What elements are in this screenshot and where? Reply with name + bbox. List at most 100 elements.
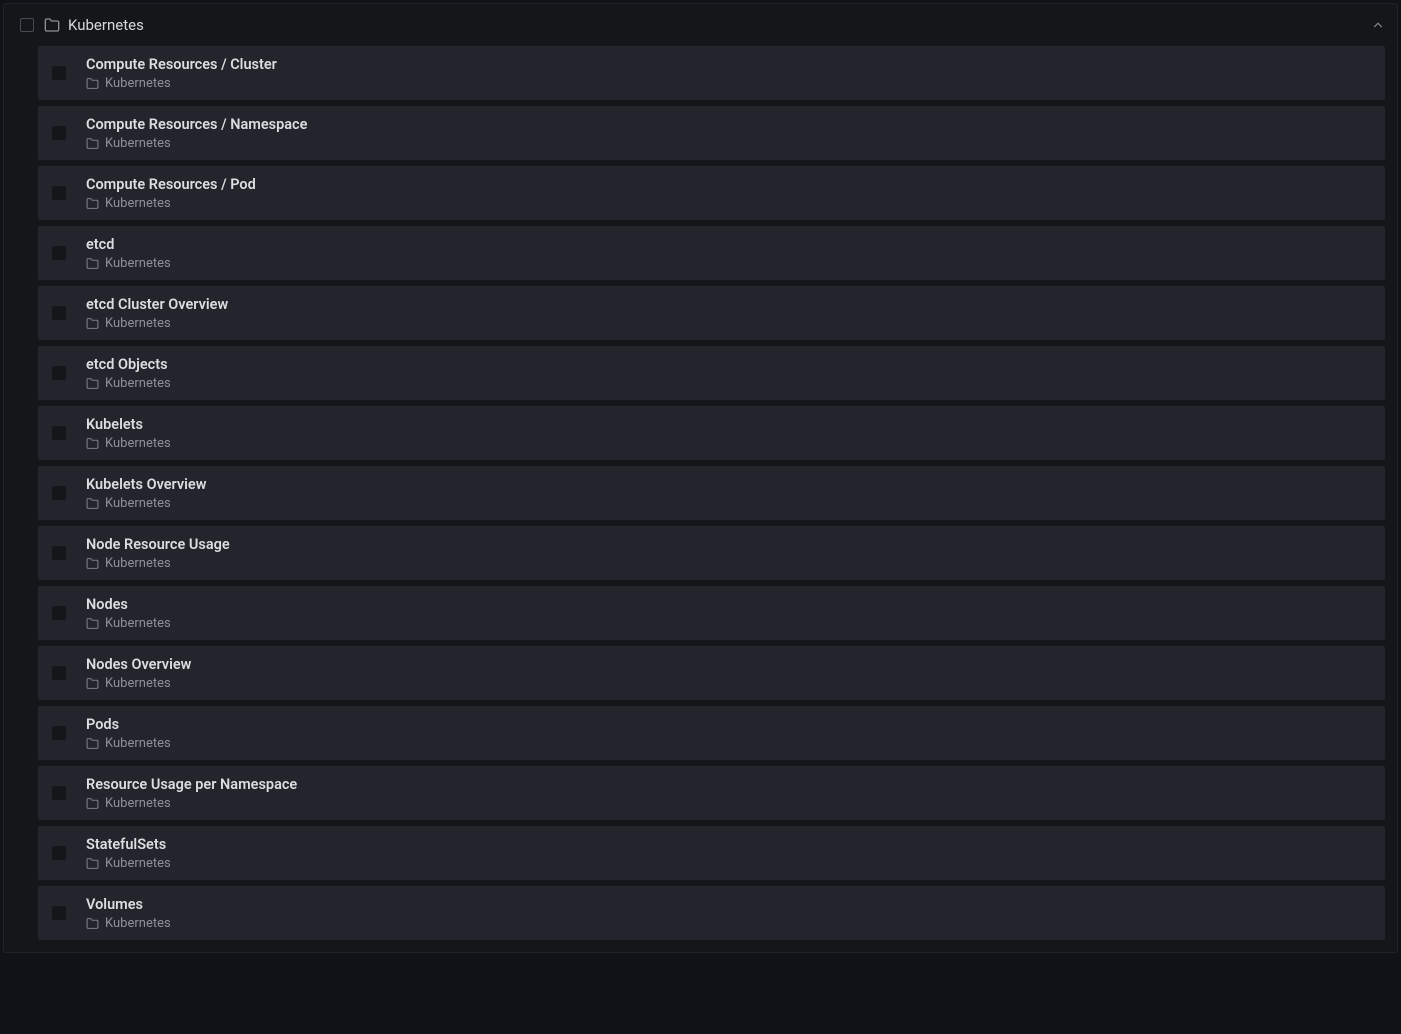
item-title: etcd Objects: [86, 356, 171, 373]
item-folder-label: Kubernetes: [105, 77, 171, 90]
folder-icon: [86, 377, 99, 390]
item-select-checkbox[interactable]: [52, 126, 66, 140]
item-select-checkbox[interactable]: [52, 606, 66, 620]
folder-icon: [44, 17, 60, 33]
item-body: Nodes Overview Kubernetes: [86, 656, 191, 690]
item-folder-link[interactable]: Kubernetes: [86, 557, 230, 570]
item-title: Compute Resources / Namespace: [86, 116, 307, 133]
dashboard-item[interactable]: Volumes Kubernetes: [38, 886, 1385, 940]
item-body: etcd Cluster Overview Kubernetes: [86, 296, 228, 330]
dashboard-item[interactable]: Compute Resources / Pod Kubernetes: [38, 166, 1385, 220]
item-title: Nodes: [86, 596, 171, 613]
item-folder-link[interactable]: Kubernetes: [86, 257, 171, 270]
folder-icon: [86, 677, 99, 690]
item-folder-label: Kubernetes: [105, 617, 171, 630]
dashboard-item[interactable]: etcd Kubernetes: [38, 226, 1385, 280]
folder-icon: [86, 557, 99, 570]
folder-icon: [86, 797, 99, 810]
item-body: Nodes Kubernetes: [86, 596, 171, 630]
folder-icon: [86, 617, 99, 630]
dashboard-item[interactable]: Compute Resources / ClusterKubernetes: [38, 46, 1385, 100]
item-body: Compute Resources / ClusterKubernetes: [86, 56, 277, 90]
folder-title: Kubernetes: [68, 16, 1371, 34]
folder-icon: [86, 497, 99, 510]
folder-icon: [86, 857, 99, 870]
dashboard-item[interactable]: Resource Usage per NamespaceKubernetes: [38, 766, 1385, 820]
item-folder-label: Kubernetes: [105, 317, 171, 330]
item-select-checkbox[interactable]: [52, 786, 66, 800]
item-folder-label: Kubernetes: [105, 257, 171, 270]
chevron-up-icon: [1371, 18, 1385, 32]
item-select-checkbox[interactable]: [52, 726, 66, 740]
dashboard-items-list: Compute Resources / ClusterKubernetes Com…: [4, 46, 1397, 952]
item-folder-link[interactable]: Kubernetes: [86, 797, 297, 810]
item-select-checkbox[interactable]: [52, 906, 66, 920]
item-folder-label: Kubernetes: [105, 737, 171, 750]
item-select-checkbox[interactable]: [52, 546, 66, 560]
item-folder-link[interactable]: Kubernetes: [86, 137, 307, 150]
item-title: Compute Resources / Pod: [86, 176, 256, 193]
item-title: StatefulSets: [86, 836, 171, 853]
dashboard-item[interactable]: Node Resource Usage Kubernetes: [38, 526, 1385, 580]
item-folder-link[interactable]: Kubernetes: [86, 317, 228, 330]
folder-header[interactable]: Kubernetes: [4, 4, 1397, 46]
item-select-checkbox[interactable]: [52, 846, 66, 860]
folder-select-checkbox[interactable]: [20, 18, 34, 32]
item-folder-link[interactable]: Kubernetes: [86, 617, 171, 630]
item-folder-link[interactable]: Kubernetes: [86, 497, 206, 510]
item-select-checkbox[interactable]: [52, 246, 66, 260]
item-folder-label: Kubernetes: [105, 557, 171, 570]
dashboard-item[interactable]: Kubelets Overview Kubernetes: [38, 466, 1385, 520]
item-select-checkbox[interactable]: [52, 66, 66, 80]
item-title: etcd Cluster Overview: [86, 296, 228, 313]
dashboard-item[interactable]: Nodes Overview Kubernetes: [38, 646, 1385, 700]
item-title: Node Resource Usage: [86, 536, 230, 553]
item-folder-label: Kubernetes: [105, 797, 171, 810]
item-folder-label: Kubernetes: [105, 917, 171, 930]
item-select-checkbox[interactable]: [52, 666, 66, 680]
item-folder-label: Kubernetes: [105, 137, 171, 150]
item-folder-label: Kubernetes: [105, 377, 171, 390]
dashboard-item[interactable]: Compute Resources / Namespace Kubernetes: [38, 106, 1385, 160]
item-select-checkbox[interactable]: [52, 486, 66, 500]
dashboard-item[interactable]: StatefulSets Kubernetes: [38, 826, 1385, 880]
dashboard-item[interactable]: Kubelets Kubernetes: [38, 406, 1385, 460]
item-folder-link[interactable]: Kubernetes: [86, 197, 256, 210]
dashboard-item[interactable]: etcd Cluster Overview Kubernetes: [38, 286, 1385, 340]
item-body: StatefulSets Kubernetes: [86, 836, 171, 870]
item-title: Kubelets: [86, 416, 171, 433]
item-body: etcd Kubernetes: [86, 236, 171, 270]
item-folder-label: Kubernetes: [105, 857, 171, 870]
item-folder-link[interactable]: Kubernetes: [86, 377, 171, 390]
item-body: Volumes Kubernetes: [86, 896, 171, 930]
item-folder-link[interactable]: Kubernetes: [86, 677, 191, 690]
item-folder-link[interactable]: Kubernetes: [86, 77, 277, 90]
item-title: etcd: [86, 236, 171, 253]
item-select-checkbox[interactable]: [52, 366, 66, 380]
dashboard-item[interactable]: etcd Objects Kubernetes: [38, 346, 1385, 400]
item-select-checkbox[interactable]: [52, 426, 66, 440]
item-select-checkbox[interactable]: [52, 306, 66, 320]
item-folder-label: Kubernetes: [105, 197, 171, 210]
item-folder-label: Kubernetes: [105, 437, 171, 450]
item-title: Kubelets Overview: [86, 476, 206, 493]
item-folder-link[interactable]: Kubernetes: [86, 917, 171, 930]
dashboard-item[interactable]: Nodes Kubernetes: [38, 586, 1385, 640]
folder-panel: Kubernetes Compute Resources / ClusterKu…: [3, 3, 1398, 953]
item-folder-link[interactable]: Kubernetes: [86, 857, 171, 870]
folder-icon: [86, 197, 99, 210]
item-body: Compute Resources / Namespace Kubernetes: [86, 116, 307, 150]
folder-icon: [86, 77, 99, 90]
item-title: Nodes Overview: [86, 656, 191, 673]
item-body: PodsKubernetes: [86, 716, 171, 750]
item-folder-link[interactable]: Kubernetes: [86, 737, 171, 750]
item-select-checkbox[interactable]: [52, 186, 66, 200]
item-folder-link[interactable]: Kubernetes: [86, 437, 171, 450]
item-body: Compute Resources / Pod Kubernetes: [86, 176, 256, 210]
item-title: Volumes: [86, 896, 171, 913]
item-folder-label: Kubernetes: [105, 677, 171, 690]
item-body: Node Resource Usage Kubernetes: [86, 536, 230, 570]
dashboard-item[interactable]: PodsKubernetes: [38, 706, 1385, 760]
item-folder-label: Kubernetes: [105, 497, 171, 510]
item-body: Resource Usage per NamespaceKubernetes: [86, 776, 297, 810]
